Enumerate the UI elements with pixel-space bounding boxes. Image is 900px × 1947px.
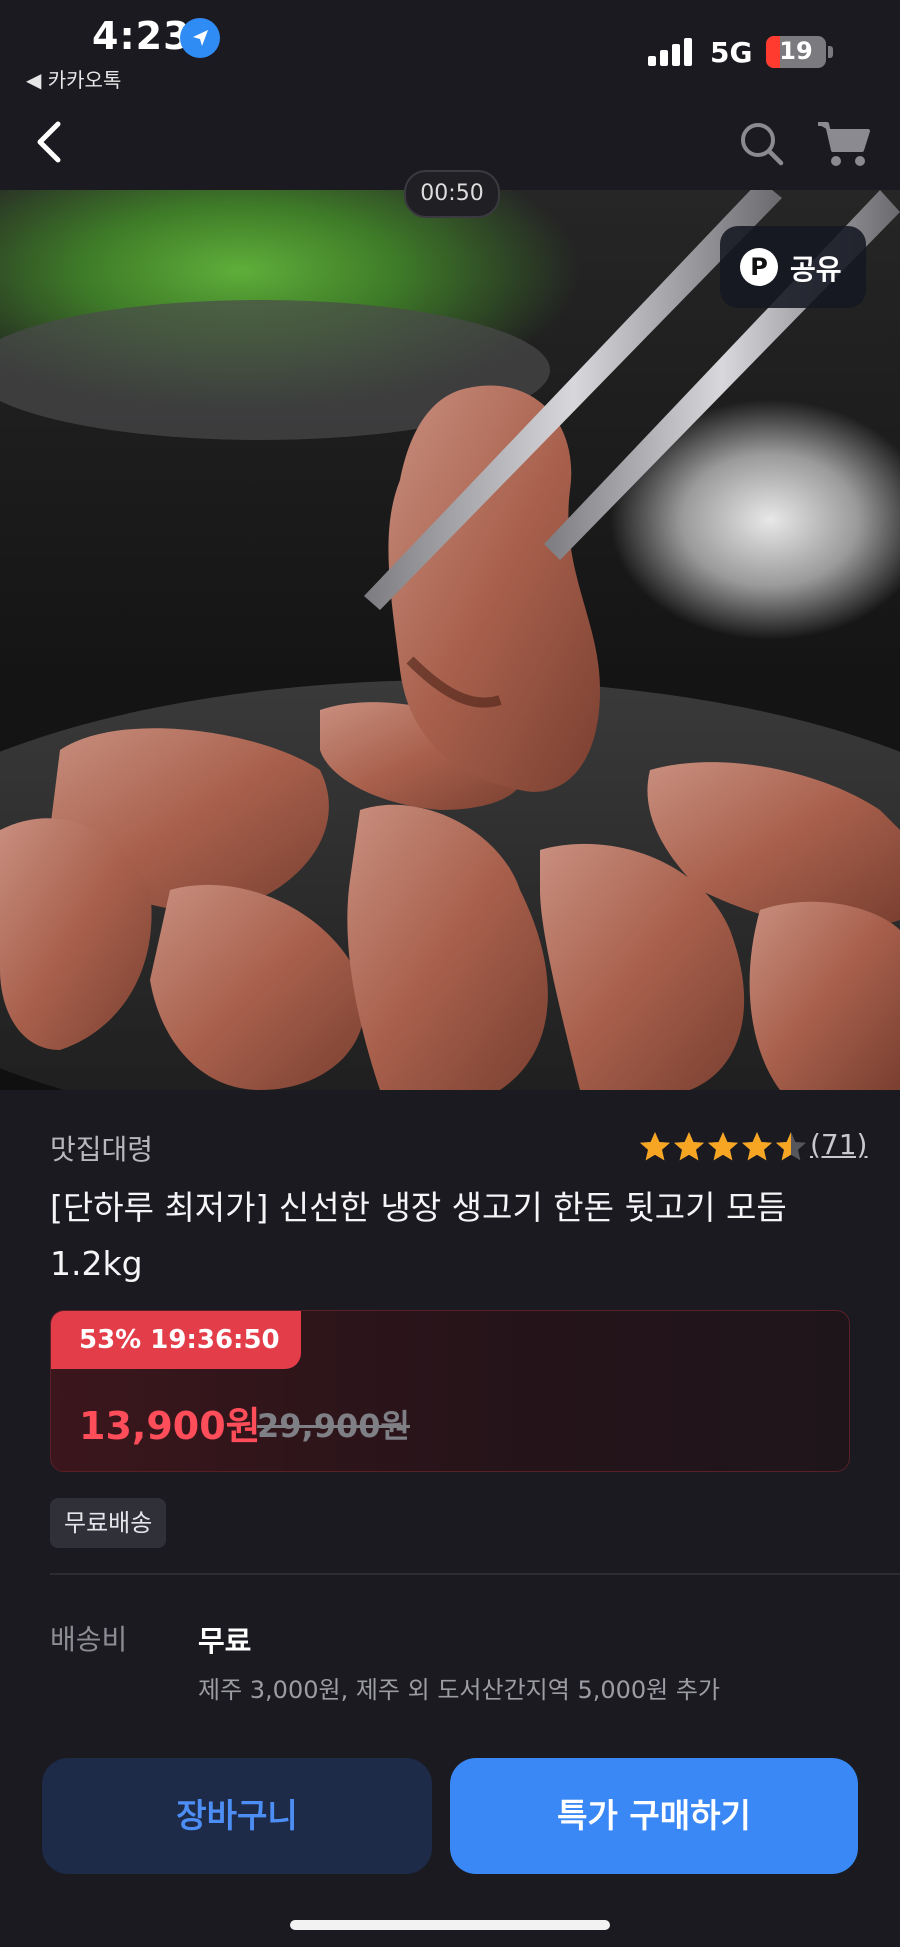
star-full-icon bbox=[674, 1132, 704, 1161]
star-full-icon bbox=[640, 1132, 670, 1161]
shipping-fee-note: 제주 3,000원, 제주 외 도서산간지역 5,000원 추가 bbox=[198, 1676, 721, 1704]
seller-name[interactable]: 맛집대령 bbox=[50, 1128, 153, 1168]
share-p-icon: P bbox=[740, 248, 778, 286]
network-type: 5G bbox=[710, 36, 753, 69]
buy-now-button[interactable]: 특가 구매하기 bbox=[450, 1758, 858, 1874]
share-button[interactable]: P 공유 bbox=[720, 226, 866, 308]
search-icon bbox=[741, 123, 784, 166]
sale-price: 13,900원 bbox=[79, 1404, 261, 1448]
back-button[interactable] bbox=[28, 116, 72, 168]
video-timer: 00:50 bbox=[404, 170, 500, 218]
product-image[interactable] bbox=[0, 190, 900, 1090]
star-full-icon bbox=[742, 1132, 772, 1161]
divider bbox=[50, 1573, 900, 1575]
sale-timer-tag: 53% 19:36:50 bbox=[51, 1311, 301, 1369]
back-to-app-link[interactable]: ◀ 카카오톡 bbox=[26, 64, 121, 93]
share-label: 공유 bbox=[790, 253, 842, 286]
home-indicator[interactable] bbox=[290, 1920, 610, 1930]
price-card: 53% 19:36:50 13,900원 29,900원 bbox=[50, 1310, 850, 1472]
battery-level: 19 bbox=[779, 37, 813, 65]
star-half-icon bbox=[776, 1132, 806, 1161]
battery-tip bbox=[828, 46, 833, 58]
search-button[interactable] bbox=[736, 118, 788, 170]
add-to-cart-button[interactable]: 장바구니 bbox=[42, 1758, 432, 1874]
cart-button[interactable] bbox=[814, 118, 874, 170]
review-count-link[interactable]: (71) bbox=[810, 1128, 867, 1161]
grilled-pork-illustration bbox=[0, 190, 900, 1090]
battery-icon: 19 bbox=[766, 36, 826, 68]
shipping-fee-value: 무료 bbox=[198, 1624, 252, 1658]
original-price: 29,900원 bbox=[257, 1407, 410, 1445]
free-shipping-badge: 무료배송 bbox=[50, 1498, 167, 1548]
location-arrow-icon bbox=[180, 18, 220, 58]
shipping-fee-label: 배송비 bbox=[50, 1623, 128, 1656]
rating-stars bbox=[638, 1130, 808, 1166]
star-full-icon bbox=[708, 1132, 738, 1161]
status-time: 4:23 bbox=[92, 14, 191, 58]
cellular-signal-icon bbox=[648, 36, 696, 66]
cart-icon bbox=[818, 122, 870, 166]
product-title: [단하루 최저가] 신선한 냉장 생고기 한돈 뒷고기 모듬 1.2kg bbox=[50, 1188, 787, 1283]
chevron-left-icon bbox=[37, 121, 61, 163]
